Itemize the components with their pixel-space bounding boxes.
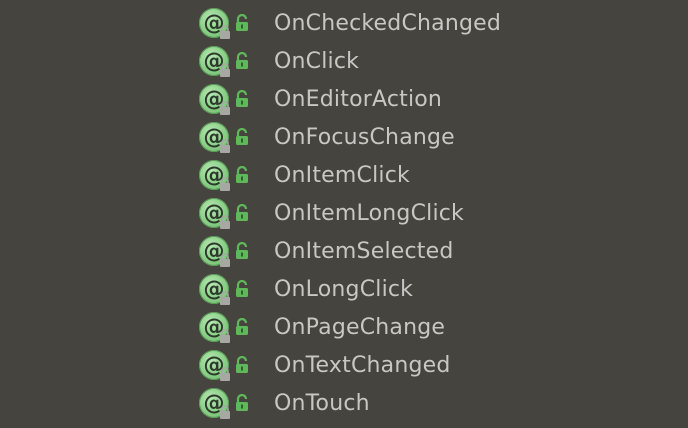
item-label: OnFocusChange xyxy=(274,124,455,150)
list-item[interactable]: @ OnItemClick xyxy=(199,156,501,194)
item-label: OnPageChange xyxy=(274,314,446,340)
lock-badge-icon xyxy=(220,329,230,343)
annotation-icon: @ xyxy=(199,350,230,381)
lock-badge-icon xyxy=(220,291,230,305)
public-lock-icon xyxy=(232,278,252,300)
annotation-icon: @ xyxy=(199,236,230,267)
lock-badge-icon xyxy=(220,101,230,115)
item-label: OnClick xyxy=(274,48,360,74)
list-item[interactable]: @ OnLongClick xyxy=(199,270,501,308)
item-label: OnItemLongClick xyxy=(274,200,464,226)
lock-badge-icon xyxy=(220,367,230,381)
list-item[interactable]: @ OnPageChange xyxy=(199,308,501,346)
public-lock-icon xyxy=(232,12,252,34)
list-item[interactable]: @ OnItemSelected xyxy=(199,232,501,270)
lock-badge-icon xyxy=(220,63,230,77)
public-lock-icon xyxy=(232,316,252,338)
item-label: OnTouch xyxy=(274,390,370,416)
annotation-icon: @ xyxy=(199,84,230,115)
item-label: OnCheckedChanged xyxy=(274,10,502,36)
list-item[interactable]: @ OnFocusChange xyxy=(199,118,501,156)
list-item[interactable]: @ OnItemLongClick xyxy=(199,194,501,232)
annotation-icon: @ xyxy=(199,8,230,39)
annotation-icon: @ xyxy=(199,122,230,153)
lock-badge-icon xyxy=(220,177,230,191)
public-lock-icon xyxy=(232,50,252,72)
item-label: OnItemSelected xyxy=(274,238,454,264)
annotation-icon: @ xyxy=(199,160,230,191)
annotation-icon: @ xyxy=(199,388,230,419)
item-label: OnLongClick xyxy=(274,276,414,302)
item-label: OnItemClick xyxy=(274,162,410,188)
list-item[interactable]: @ OnTextChanged xyxy=(199,346,501,384)
lock-badge-icon xyxy=(220,215,230,229)
public-lock-icon xyxy=(232,240,252,262)
public-lock-icon xyxy=(232,392,252,414)
public-lock-icon xyxy=(232,126,252,148)
annotation-icon: @ xyxy=(199,274,230,305)
list-item[interactable]: @ OnTouch xyxy=(199,384,501,422)
list-item[interactable]: @ OnEditorAction xyxy=(199,80,501,118)
lock-badge-icon xyxy=(220,253,230,267)
item-label: OnTextChanged xyxy=(274,352,451,378)
annotation-icon: @ xyxy=(199,198,230,229)
public-lock-icon xyxy=(232,202,252,224)
public-lock-icon xyxy=(232,164,252,186)
lock-badge-icon xyxy=(220,405,230,419)
list-item[interactable]: @ OnCheckedChanged xyxy=(199,4,501,42)
public-lock-icon xyxy=(232,88,252,110)
item-label: OnEditorAction xyxy=(274,86,443,112)
lock-badge-icon xyxy=(220,139,230,153)
annotation-list: @ OnCheckedChanged @ OnClick @ OnEditorA… xyxy=(199,4,501,422)
annotation-icon: @ xyxy=(199,46,230,77)
annotation-icon: @ xyxy=(199,312,230,343)
public-lock-icon xyxy=(232,354,252,376)
lock-badge-icon xyxy=(220,25,230,39)
list-item[interactable]: @ OnClick xyxy=(199,42,501,80)
